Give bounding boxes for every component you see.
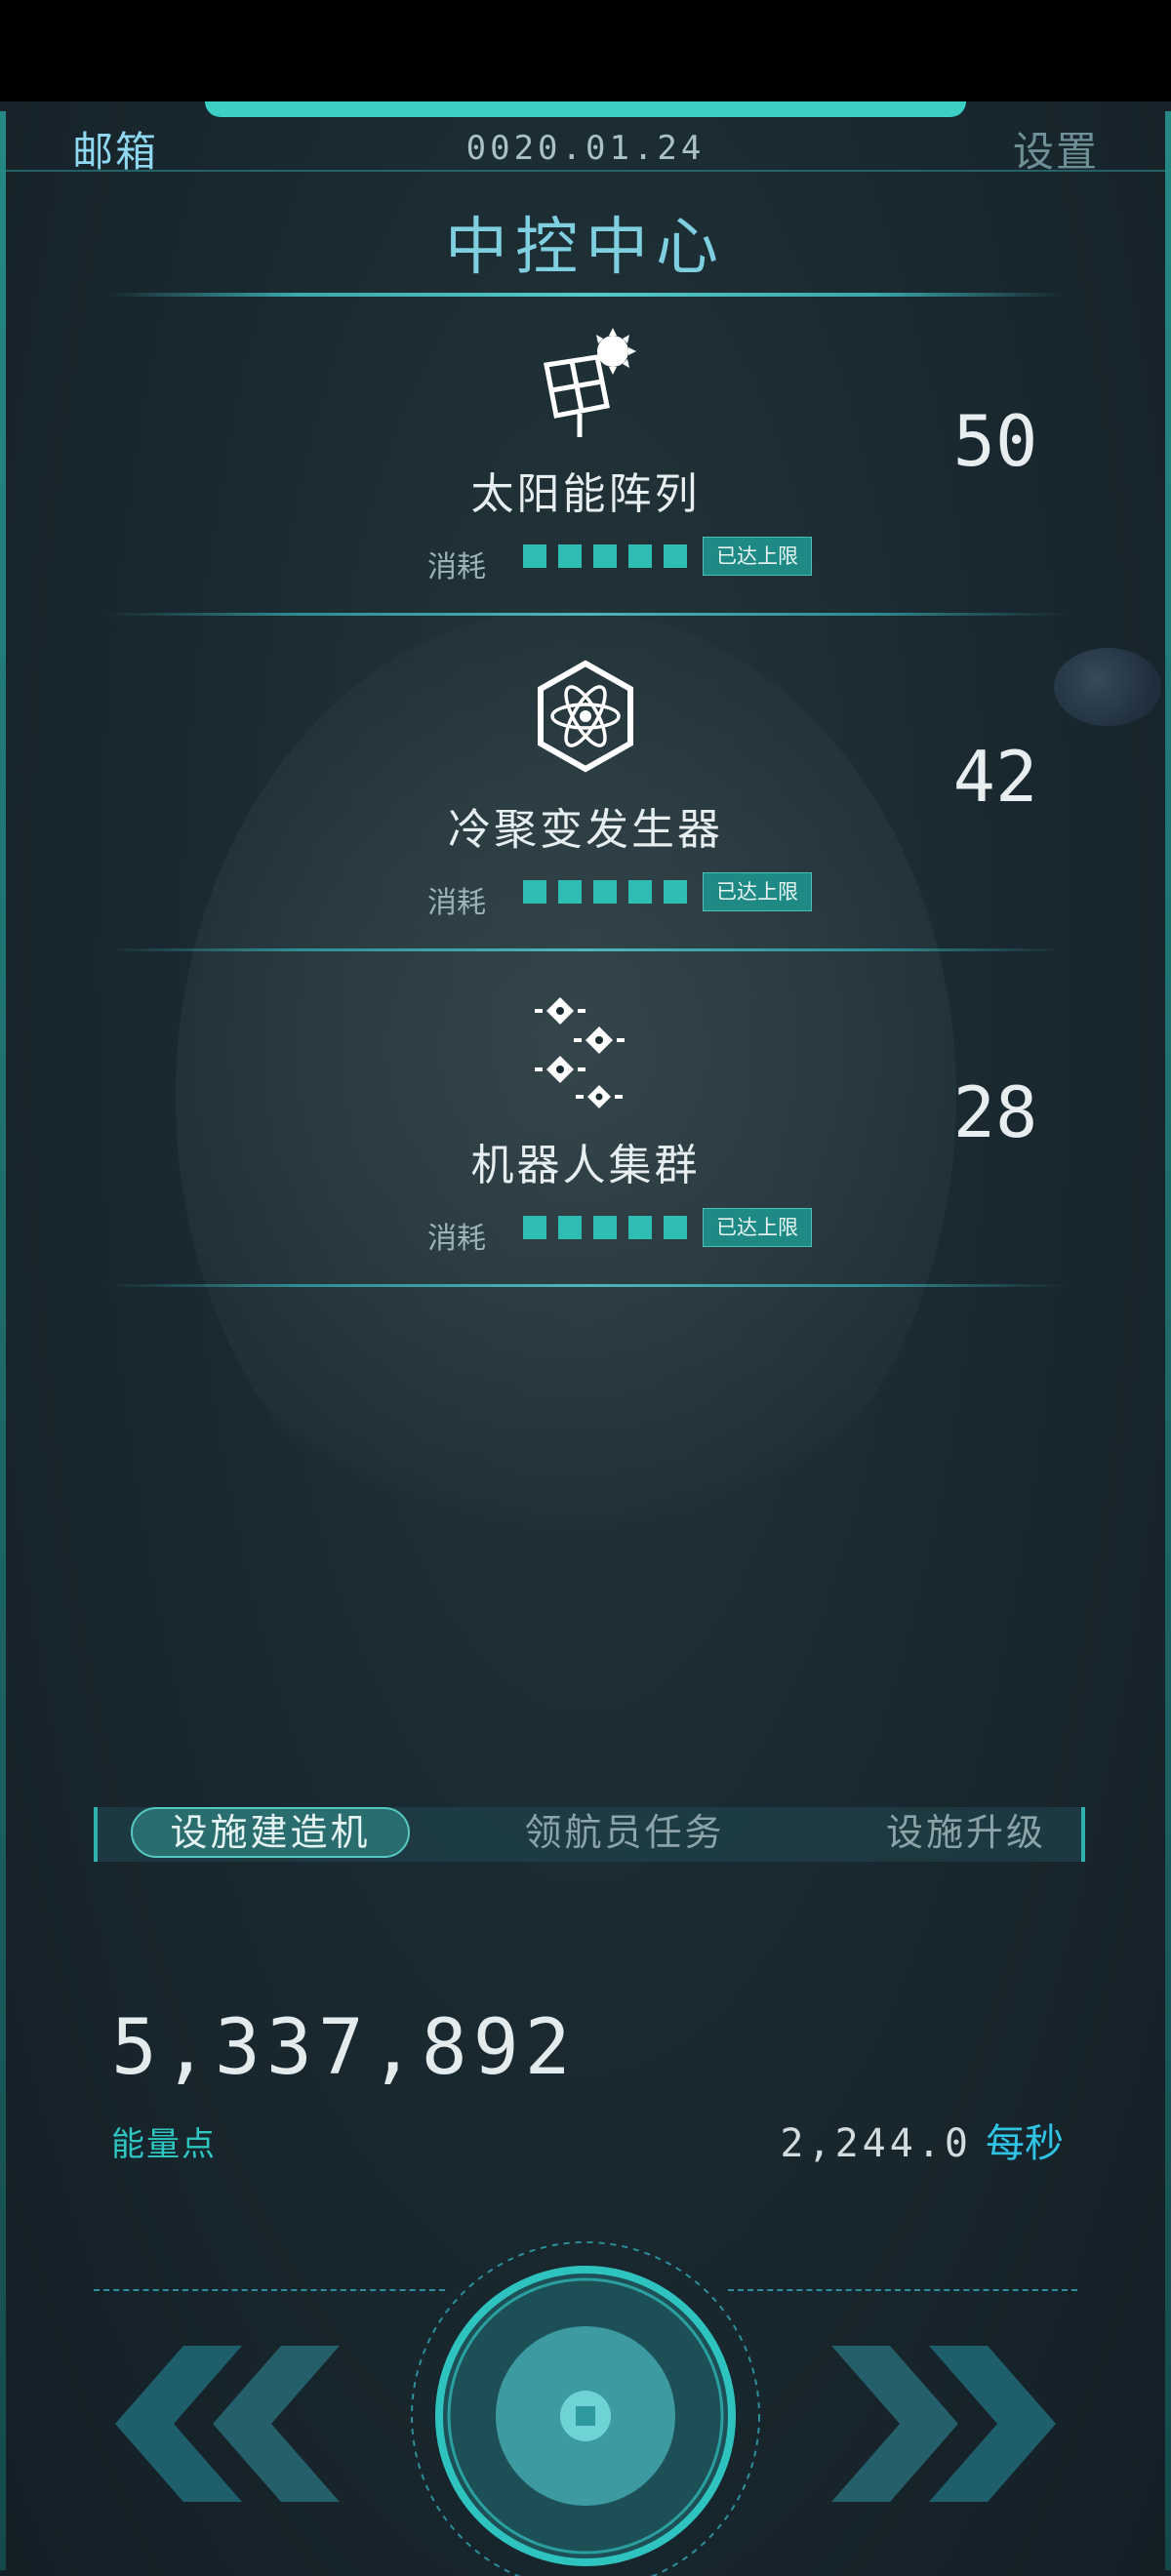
energy-rate-value: 2,244.0: [780, 2121, 972, 2166]
consumption-level-bar: [523, 880, 687, 904]
max-level-badge: 已达上限: [703, 537, 812, 576]
tab-navigator-missions[interactable]: 领航员任务: [468, 1809, 781, 1856]
game-screen: 邮箱 0020.01.24 设置 中控中心 太阳能阵列 50 消耗 已达上限 冷…: [0, 101, 1171, 2576]
page-title: 中控中心: [445, 212, 726, 284]
consumption-label: 消耗: [427, 550, 486, 584]
facility-count: 42: [952, 736, 1038, 818]
title-divider: [107, 293, 1064, 297]
level-pip: [558, 544, 582, 568]
atom-icon: [538, 660, 633, 773]
level-pip: [523, 1216, 546, 1239]
consumption-label: 消耗: [427, 886, 486, 920]
game-date: 0020.01.24: [465, 129, 706, 168]
level-pip: [593, 880, 617, 904]
consumption-label: 消耗: [427, 1222, 486, 1256]
double-chevron-right-icon[interactable]: [822, 2346, 1066, 2502]
tab-facility-upgrade[interactable]: 设施升级: [810, 1809, 1122, 1856]
level-pip: [523, 544, 546, 568]
robot-swarm-icon: [535, 997, 625, 1108]
consumption-level-bar: [523, 1216, 687, 1239]
level-pip: [593, 544, 617, 568]
facility-card-solar[interactable]: 太阳能阵列 50 消耗 已达上限: [0, 322, 1171, 634]
facility-divider: [107, 1284, 1064, 1287]
facility-count: 28: [952, 1071, 1038, 1153]
level-pip: [664, 544, 687, 568]
facility-card-robots[interactable]: 机器人集群 28 消耗 已达上限: [0, 993, 1171, 1306]
level-pip: [664, 1216, 687, 1239]
level-pip: [628, 1216, 652, 1239]
level-pip: [628, 880, 652, 904]
level-pip: [558, 1216, 582, 1239]
consumption-level-bar: [523, 544, 687, 568]
level-pip: [593, 1216, 617, 1239]
settings-button[interactable]: 设置: [1013, 119, 1099, 179]
tab-bar: 设施建造机 领航员任务 设施升级: [94, 1807, 1085, 1862]
facility-divider: [107, 948, 1064, 951]
level-pip: [664, 880, 687, 904]
facility-divider: [107, 613, 1064, 616]
max-level-badge: 已达上限: [703, 1208, 812, 1247]
energy-rate-unit: 每秒: [986, 2121, 1064, 2166]
header-divider: [0, 170, 1171, 172]
control-deck-line-left: [94, 2289, 445, 2291]
max-level-badge: 已达上限: [703, 872, 812, 911]
tab-facility-builder[interactable]: 设施建造机: [131, 1807, 410, 1858]
level-pip: [523, 880, 546, 904]
level-pip: [628, 544, 652, 568]
double-chevron-left-icon[interactable]: [105, 2346, 349, 2502]
control-deck-line-right: [728, 2289, 1077, 2291]
facility-count: 50: [952, 400, 1038, 482]
solar-panel-icon: [544, 328, 636, 437]
energy-rate: 2,244.0 每秒: [780, 2112, 1064, 2168]
level-pip: [558, 880, 582, 904]
energy-points-label: 能量点: [111, 2125, 217, 2164]
core-button-icon[interactable]: [408, 2238, 763, 2576]
top-frame-bar: [205, 101, 966, 117]
facility-card-fusion[interactable]: 冷聚变发生器 42 消耗 已达上限: [0, 658, 1171, 970]
energy-points-value: 5,337,892: [111, 2004, 577, 2092]
